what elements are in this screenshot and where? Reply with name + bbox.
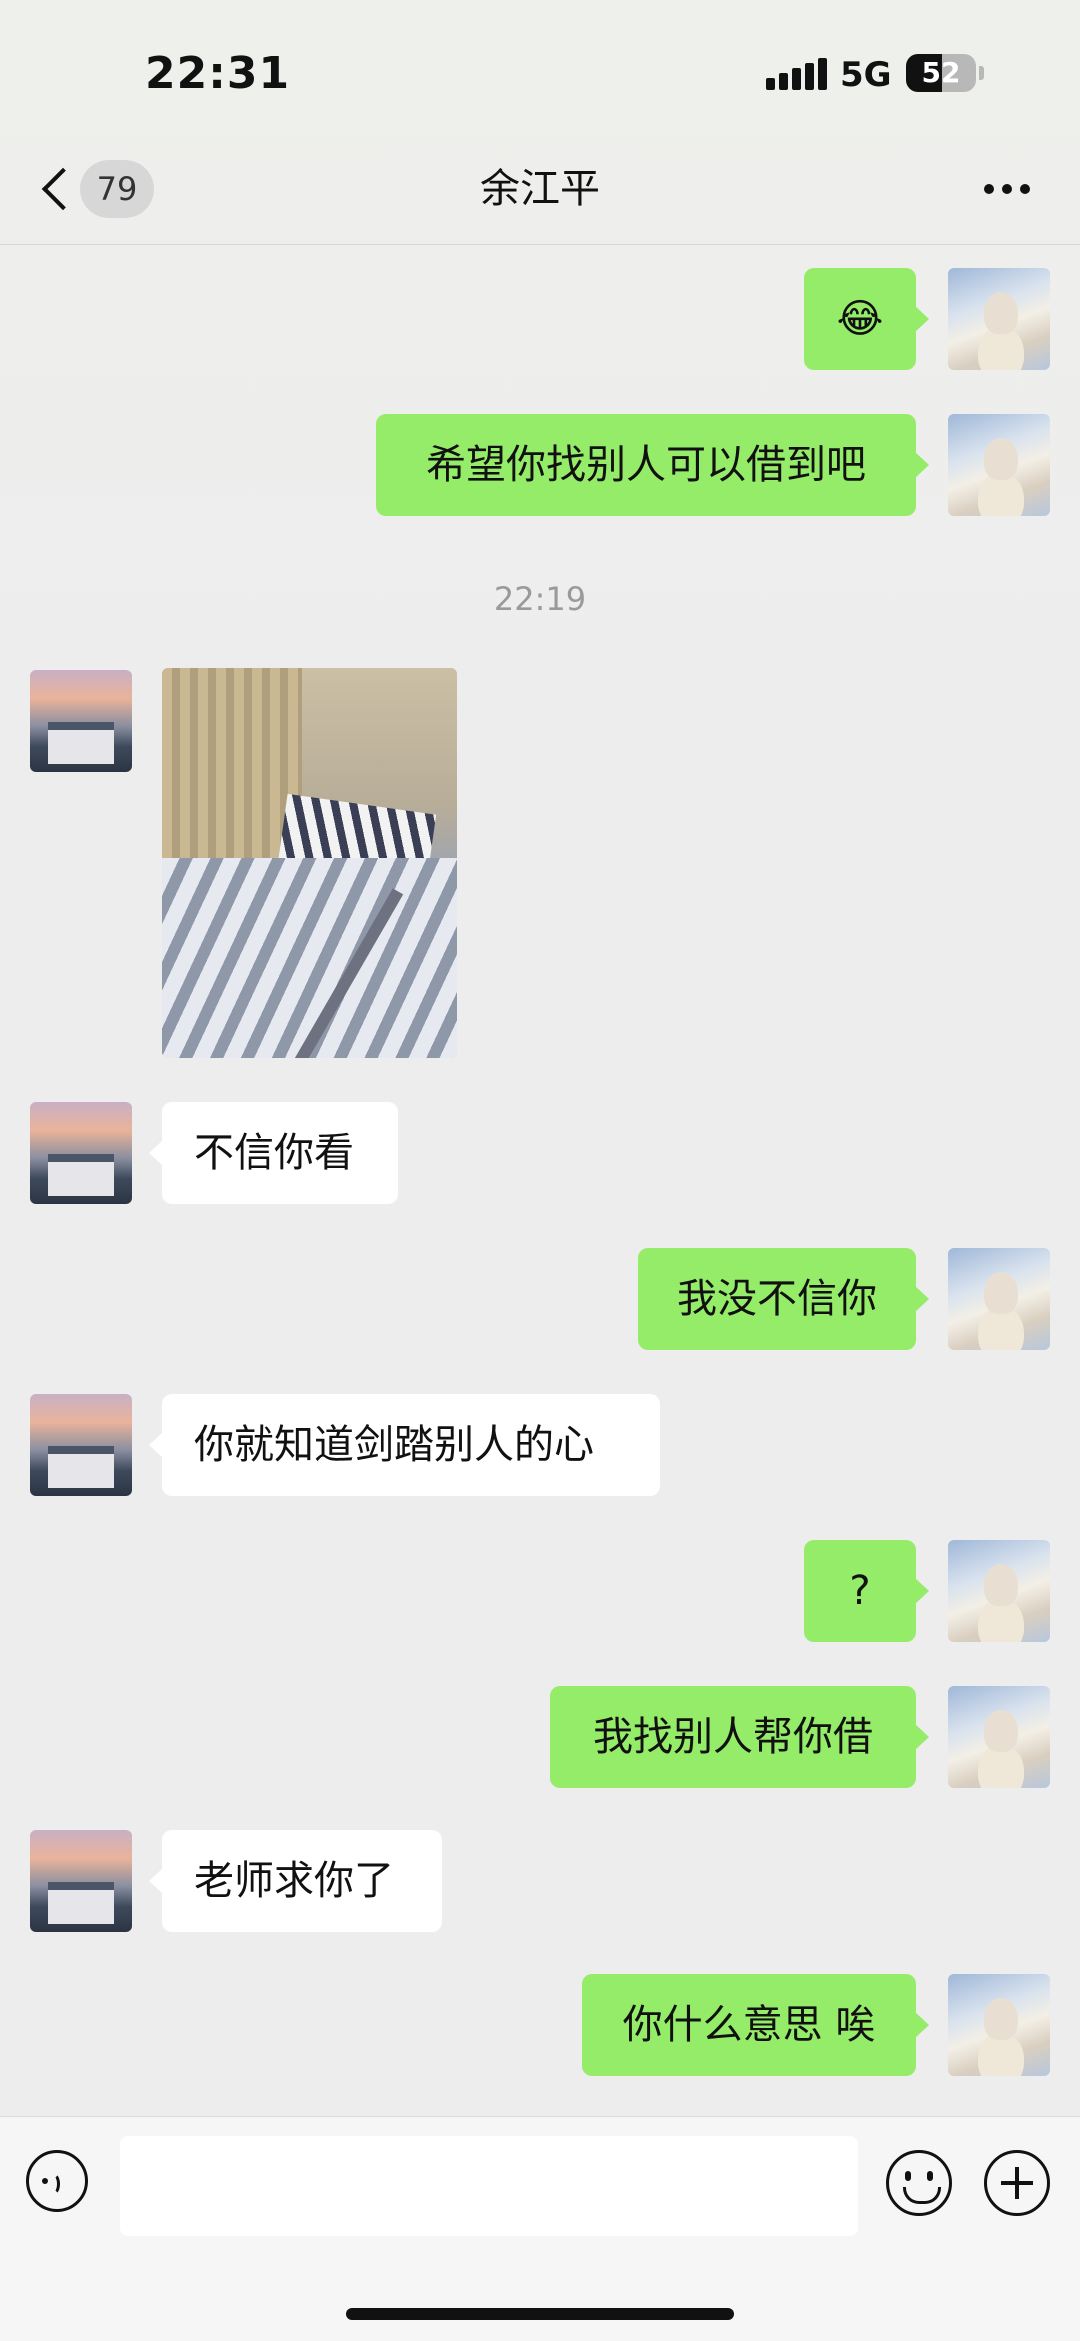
message-bubble-received[interactable]: 不信你看 [149,1102,398,1204]
photo-message[interactable] [162,668,457,1058]
chat-screen: 22:31 5G 52 79 余江平 😂 希望你找别人可以借到吧 22:19 不… [0,0,1080,2341]
message-bubble-sent[interactable]: 希望你找别人可以借到吧 [376,414,929,516]
message-bubble-received[interactable]: 你就知道剑踏别人的心 [149,1394,660,1496]
my-avatar[interactable] [948,1686,1050,1788]
status-time: 22:31 [145,48,291,99]
contact-avatar[interactable] [30,1394,132,1496]
nav-divider [0,244,1080,245]
my-avatar[interactable] [948,1540,1050,1642]
battery-icon: 52 [906,54,976,92]
message-bubble-sent[interactable]: 我没不信你 [638,1248,929,1350]
message-bubble-sent[interactable]: 😂 [804,268,929,370]
contact-avatar[interactable] [30,1830,132,1932]
my-avatar[interactable] [948,268,1050,370]
network-type: 5G [840,55,892,95]
my-avatar[interactable] [948,414,1050,516]
battery-tip [979,66,984,80]
voice-input-icon[interactable] [26,2150,88,2212]
message-bubble-sent[interactable]: 我找别人帮你借 [550,1686,929,1788]
contact-avatar[interactable] [30,1102,132,1204]
message-bubble-sent[interactable]: 你什么意思 唉 [582,1974,929,2076]
message-timestamp: 22:19 [493,580,587,618]
signal-icon [766,56,827,90]
photo-blanket [162,858,457,1058]
my-avatar[interactable] [948,1974,1050,2076]
message-input[interactable] [120,2136,858,2236]
plus-icon[interactable] [984,2150,1050,2216]
home-indicator[interactable] [346,2308,734,2320]
chat-title: 余江平 [480,166,600,212]
message-bubble-sent[interactable]: ? [804,1540,929,1642]
battery-level: 52 [921,56,961,89]
contact-avatar[interactable] [30,670,132,772]
more-options-icon[interactable] [980,176,1036,202]
emoji-icon[interactable] [886,2150,952,2216]
my-avatar[interactable] [948,1248,1050,1350]
message-bubble-received[interactable]: 老师求你了 [149,1830,442,1932]
